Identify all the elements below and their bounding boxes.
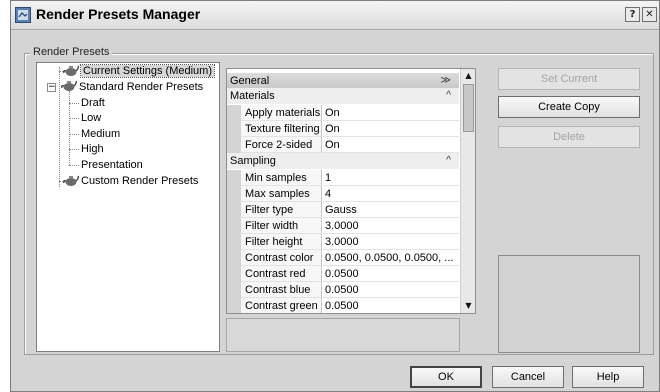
row-gutter <box>227 218 241 234</box>
tree-item-current-settings[interactable]: Current Settings (Medium) <box>80 64 215 79</box>
property-row[interactable]: Contrast red 0.0500 <box>227 266 459 282</box>
row-gutter <box>227 170 241 186</box>
tree-connector <box>69 118 79 119</box>
description-panel <box>226 318 460 352</box>
property-row[interactable]: Apply materials On <box>227 105 459 121</box>
property-row[interactable]: Min samples 1 <box>227 170 459 186</box>
category-sampling[interactable]: Sampling ^ <box>227 153 459 169</box>
property-name: Filter type <box>241 202 322 218</box>
property-value[interactable]: On <box>323 121 459 137</box>
chevron-up-icon[interactable]: ^ <box>446 153 451 169</box>
row-gutter <box>227 202 241 218</box>
property-row[interactable]: Filter type Gauss <box>227 202 459 218</box>
property-name: Contrast green <box>241 298 322 313</box>
scroll-down-icon[interactable]: ▼ <box>463 301 474 311</box>
property-row[interactable]: Contrast blue 0.0500 <box>227 282 459 298</box>
row-gutter <box>227 105 241 121</box>
properties-panel[interactable]: General ≫ Materials ^ Apply materials On… <box>226 68 476 314</box>
tree-item-presentation[interactable]: Presentation <box>81 158 143 173</box>
property-name: Max samples <box>241 186 322 202</box>
chevron-up-icon[interactable]: ^ <box>446 88 451 104</box>
property-row[interactable]: Force 2-sided On <box>227 137 459 153</box>
property-row[interactable]: Filter height 3.0000 <box>227 234 459 250</box>
row-gutter <box>227 186 241 202</box>
property-value[interactable]: 3.0000 <box>323 218 459 234</box>
tree-item-label: Current Settings (Medium) <box>80 64 215 78</box>
teapot-icon <box>63 65 79 76</box>
double-chevron-up-icon[interactable]: ≫ <box>441 73 451 89</box>
tree-item-medium[interactable]: Medium <box>81 127 120 142</box>
teapot-icon <box>61 80 77 91</box>
category-general[interactable]: General ≫ <box>227 73 459 89</box>
property-value[interactable]: Gauss <box>323 202 459 218</box>
property-value[interactable]: 3.0000 <box>323 234 459 250</box>
scroll-up-icon[interactable]: ▲ <box>463 71 474 81</box>
tree-item-standard-presets[interactable]: Standard Render Presets <box>79 80 203 95</box>
tree-item-draft[interactable]: Draft <box>81 96 105 111</box>
teapot-icon <box>63 175 79 186</box>
help-button[interactable]: Help <box>572 366 644 388</box>
preset-preview <box>498 255 640 353</box>
delete-button[interactable]: Delete <box>498 126 640 148</box>
title-bar: Render Presets Manager ? ✕ <box>11 1 659 30</box>
category-label: Sampling <box>230 155 276 167</box>
help-title-button[interactable]: ? <box>625 7 640 22</box>
collapse-toggle[interactable]: − <box>47 83 56 92</box>
property-name: Contrast blue <box>241 282 322 298</box>
tree-connector <box>69 149 79 150</box>
property-row[interactable]: Contrast color 0.0500, 0.0500, 0.0500, .… <box>227 250 459 266</box>
property-value[interactable]: 0.0500 <box>323 266 459 282</box>
property-name: Apply materials <box>241 105 322 121</box>
set-current-button[interactable]: Set Current <box>498 68 640 90</box>
row-gutter <box>227 298 241 313</box>
property-value[interactable]: 0.0500, 0.0500, 0.0500, ... <box>323 250 459 266</box>
tree-connector <box>69 134 79 135</box>
property-name: Min samples <box>241 170 322 186</box>
category-label: Materials <box>230 90 275 102</box>
cancel-button[interactable]: Cancel <box>492 366 564 388</box>
property-row[interactable]: Max samples 4 <box>227 186 459 202</box>
property-name: Texture filtering <box>241 121 322 137</box>
property-row[interactable]: Filter width 3.0000 <box>227 218 459 234</box>
row-gutter <box>227 137 241 153</box>
tree-connector <box>69 103 79 104</box>
row-gutter <box>227 282 241 298</box>
row-gutter <box>227 250 241 266</box>
property-value[interactable]: On <box>323 137 459 153</box>
tree-connector <box>59 67 60 187</box>
properties-scrollbar[interactable]: ▲ ▼ <box>460 69 475 313</box>
preset-tree[interactable]: Current Settings (Medium) − Standard Ren… <box>36 62 220 352</box>
property-value[interactable]: 4 <box>323 186 459 202</box>
category-label: General <box>230 75 270 87</box>
group-legend: Render Presets <box>30 46 113 58</box>
row-gutter <box>227 121 241 137</box>
create-copy-button[interactable]: Create Copy <box>498 96 640 118</box>
property-value[interactable]: 0.0500 <box>323 282 459 298</box>
tree-item-custom-presets[interactable]: Custom Render Presets <box>81 174 198 189</box>
close-title-button[interactable]: ✕ <box>642 7 657 22</box>
category-materials[interactable]: Materials ^ <box>227 88 459 104</box>
scroll-thumb[interactable] <box>463 84 474 132</box>
tree-item-high[interactable]: High <box>81 142 104 157</box>
tree-connector <box>69 165 79 166</box>
row-gutter <box>227 266 241 282</box>
property-name: Filter width <box>241 218 322 234</box>
ok-button[interactable]: OK <box>410 366 482 388</box>
property-name: Force 2-sided <box>241 137 322 153</box>
window-title: Render Presets Manager <box>36 6 201 22</box>
property-value[interactable]: On <box>323 105 459 121</box>
tree-item-low[interactable]: Low <box>81 111 101 126</box>
row-gutter <box>227 234 241 250</box>
property-name: Contrast color <box>241 250 322 266</box>
property-row[interactable]: Contrast green 0.0500 <box>227 298 459 313</box>
property-row[interactable]: Texture filtering On <box>227 121 459 137</box>
property-name: Contrast red <box>241 266 322 282</box>
property-name: Filter height <box>241 234 322 250</box>
property-value[interactable]: 1 <box>323 170 459 186</box>
app-icon <box>15 7 31 23</box>
property-value[interactable]: 0.0500 <box>323 298 459 313</box>
